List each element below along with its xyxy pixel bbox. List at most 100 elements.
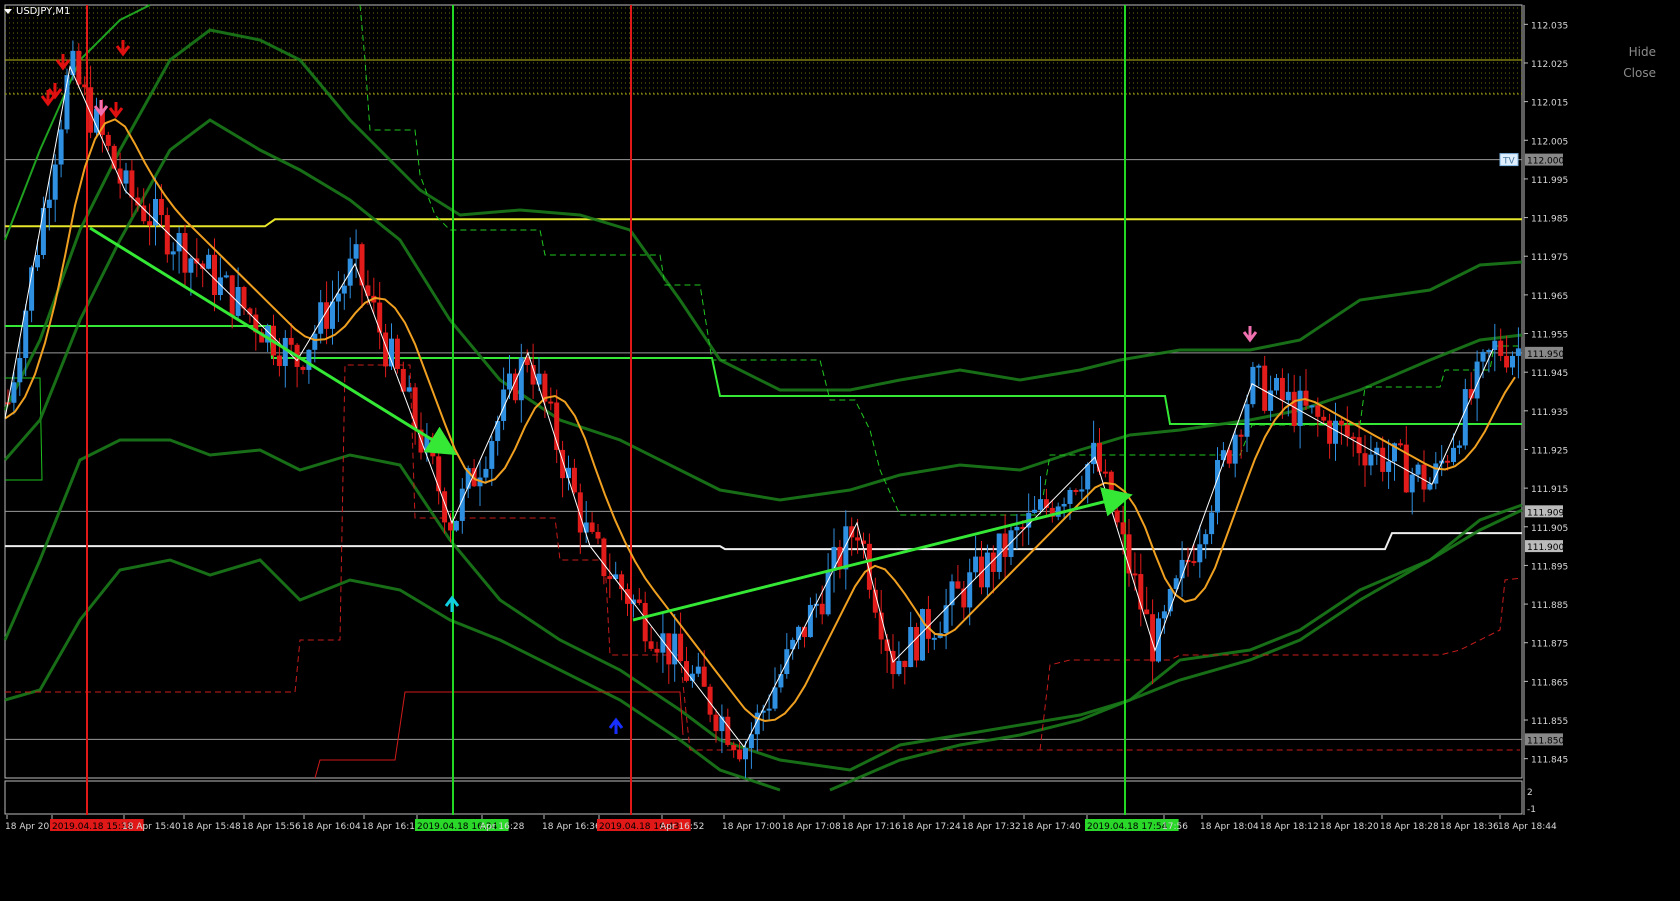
candle-body (1480, 351, 1486, 362)
bear-candle (554, 389, 560, 464)
bear-candle (902, 660, 908, 685)
bull-candle (1014, 513, 1020, 550)
candle-body (453, 520, 459, 531)
tv-badge-text: TV (1502, 157, 1515, 167)
symbol-label[interactable]: USDJPY,M1 (4, 6, 70, 17)
price-tick-label: 111.915 (1531, 485, 1568, 495)
bear-candle (654, 641, 660, 663)
candle-body (866, 543, 872, 590)
candle-body (153, 198, 158, 226)
candle-body (1132, 573, 1138, 576)
time-tick-label: Apr 16:52 (660, 822, 704, 832)
price-tick-label: 111.895 (1531, 562, 1568, 572)
price-tick-label: 111.965 (1531, 292, 1568, 302)
bull-candle (223, 271, 229, 279)
candle-body (595, 531, 601, 539)
bull-candle (58, 119, 64, 178)
candle-body (713, 714, 719, 732)
candle-body (1262, 365, 1268, 411)
menu-triangle-icon[interactable] (4, 9, 12, 14)
price-badge-text: 112.000 (1527, 157, 1564, 167)
bear-candle (1102, 459, 1108, 478)
bull-candle (790, 637, 796, 660)
candle-body (1333, 420, 1338, 444)
bear-candle (577, 483, 583, 554)
bear-candle (837, 539, 843, 579)
candle-body (507, 373, 512, 390)
bear-candle (1362, 435, 1368, 487)
down-arrow-icon (47, 83, 63, 100)
trend-arrow-up (632, 487, 1133, 622)
bull-candle (483, 456, 489, 485)
candle-body (1309, 405, 1315, 408)
candle-body (1492, 340, 1498, 351)
bull-candle (908, 611, 914, 668)
bear-candle (412, 383, 418, 445)
bull-candle (347, 237, 353, 299)
bear-candle (147, 203, 153, 246)
bear-candle (1338, 417, 1344, 445)
candle-body (601, 538, 607, 577)
bull-candle (1439, 445, 1445, 477)
bear-candle (229, 274, 235, 329)
bull-candle (40, 196, 46, 260)
price-badge-text: 111.850 (1527, 736, 1564, 746)
bear-candle (324, 281, 330, 345)
time-tick-label: 18 Apr 16:36 (542, 822, 601, 832)
candle-body (914, 626, 920, 661)
hide-button[interactable]: Hide (1629, 45, 1656, 59)
bull-candle (1038, 476, 1043, 513)
candle-body (235, 287, 241, 316)
candle-body (241, 287, 247, 309)
candle-body (819, 603, 825, 615)
bear-candle (1049, 499, 1055, 523)
bear-candle (394, 334, 400, 374)
bull-candle (672, 614, 678, 682)
bear-candle (607, 553, 613, 598)
candle-body (223, 275, 229, 278)
subwindow-axis-bottom: -1 (1527, 805, 1536, 815)
time-tick-label: 18 Apr 18:44 (1498, 822, 1557, 832)
time-tick-label: 18 Apr 17:24 (902, 822, 961, 832)
price-tick-label: 111.985 (1531, 215, 1568, 225)
candle-body (902, 660, 908, 668)
candle-body (206, 254, 212, 269)
candle-body (17, 358, 23, 383)
bull-candle (1032, 496, 1038, 514)
candle-body (1079, 489, 1085, 492)
bull-candle (937, 621, 943, 639)
candle-body (501, 389, 507, 422)
bear-candle (164, 207, 170, 263)
price-label-badge: 111.950 (1525, 346, 1564, 360)
candle-body (1397, 443, 1403, 446)
candle-body (52, 164, 58, 200)
bear-candle (1043, 488, 1049, 517)
bull-candle (453, 520, 459, 532)
bear-candle (530, 343, 536, 399)
candle-body (1356, 437, 1362, 454)
candle-body (1061, 503, 1067, 507)
chart-window[interactable]: 112.035 112.025 112.015 112.005 111.995 111.9… (0, 0, 1680, 897)
band-line (829, 508, 1523, 792)
down-arrow-icon (108, 102, 124, 119)
bear-candle (1303, 369, 1309, 410)
close-button[interactable]: Close (1623, 66, 1656, 80)
bull-candle (1492, 323, 1498, 372)
candle-body (984, 552, 990, 588)
bear-candle (625, 583, 630, 617)
candle-body (1421, 464, 1427, 490)
bear-candle (548, 387, 554, 411)
candle-body (1073, 489, 1079, 492)
bull-candle (1008, 525, 1014, 565)
bull-candle (507, 354, 512, 400)
candle-body (1291, 391, 1297, 426)
bull-candle (1451, 433, 1456, 466)
candle-body (282, 337, 288, 366)
price-chart[interactable]: 112.035 112.025 112.015 112.005 111.995 111.9… (0, 0, 1680, 897)
bull-candle (784, 633, 790, 679)
bear-candle (182, 224, 188, 287)
band-upper-left (4, 4, 151, 241)
candle-body (743, 748, 748, 760)
candle-body (288, 337, 294, 345)
candle-body (1114, 510, 1120, 523)
